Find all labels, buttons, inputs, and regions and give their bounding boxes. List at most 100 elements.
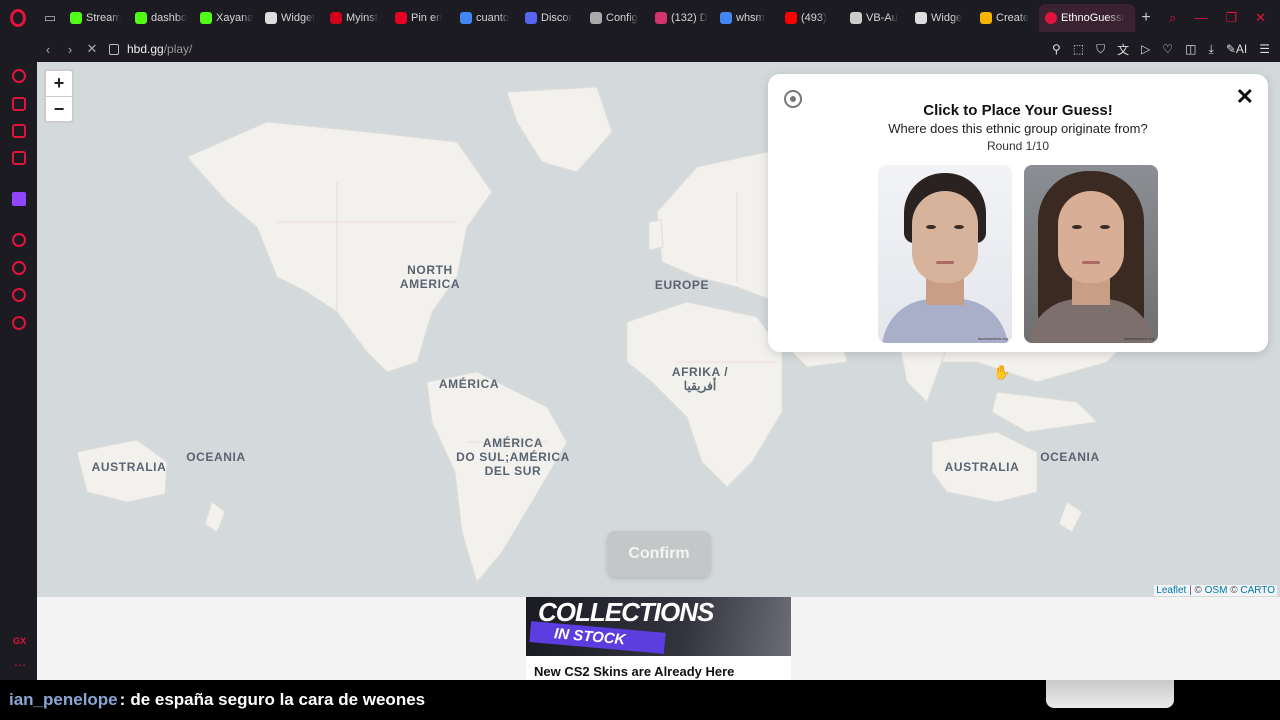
gx-control-icon[interactable] (12, 124, 26, 138)
tab-island-icon[interactable]: ▭ (36, 10, 64, 26)
zoom-out-button[interactable]: − (46, 96, 72, 121)
search-icon[interactable]: ⌕ (1169, 10, 1176, 26)
chat-username: ian_penelope (9, 690, 118, 709)
round-counter: Round 1/10 (986, 139, 1050, 153)
chat-message: de españa seguro la cara de weones (130, 690, 426, 709)
tab[interactable]: Widge (909, 4, 974, 32)
tab-label: Widget (281, 12, 316, 24)
image-credit: faceresearch.org (1123, 336, 1154, 341)
history-icon[interactable] (12, 261, 26, 275)
tab-label: Pin en (411, 12, 443, 24)
url-path: /play/ (163, 42, 193, 56)
tab[interactable]: cuanto (454, 4, 519, 32)
tab[interactable]: whsm (714, 4, 779, 32)
gx-corner-icon[interactable] (12, 97, 26, 111)
confirm-button[interactable]: Confirm (607, 531, 711, 577)
ai-button[interactable]: ✎AI (1226, 42, 1247, 56)
url-field[interactable]: hbd.gg/play/ (109, 42, 192, 56)
settings-icon[interactable] (12, 316, 26, 330)
tab[interactable]: Discor (519, 4, 584, 32)
opera-logo-icon[interactable] (0, 0, 36, 36)
tab-ethnoguessr[interactable]: EthnoGuessr (1039, 4, 1135, 32)
extensions-icon[interactable] (12, 288, 26, 302)
female-face-image: faceresearch.org (1024, 165, 1158, 343)
forward-button[interactable]: › (59, 42, 81, 57)
pin-icon[interactable]: ⚲ (1052, 42, 1061, 56)
osm-link[interactable]: OSM (1205, 585, 1228, 596)
tab[interactable]: Xayana (194, 4, 259, 32)
leaflet-link[interactable]: Leaflet (1156, 585, 1186, 596)
kick-icon (70, 12, 82, 24)
player-icon[interactable] (12, 233, 26, 247)
wallet-icon[interactable]: ◫ (1185, 42, 1196, 56)
google-icon (460, 12, 472, 24)
attribution-sep: | © (1186, 585, 1205, 596)
pinterest-icon (395, 12, 407, 24)
tab-label: Xayana (216, 12, 253, 24)
chat-separator: : (119, 690, 126, 709)
more-icon[interactable]: ⋯ (14, 658, 26, 672)
twitch-icon[interactable] (12, 192, 26, 206)
world-map[interactable]: NORTH AMERICA EUROPE AMÉRICA AFRIKA / أف… (37, 62, 1280, 597)
play-icon[interactable]: ▷ (1141, 42, 1150, 56)
zoom-in-button[interactable]: + (46, 71, 72, 96)
tab[interactable]: dashbo (129, 4, 194, 32)
browser-tab-bar: ▭ Stream dashbo Xayana Widget Myinst Pin en cu… (0, 0, 1280, 36)
label-south-america: AMÉRICA DO SUL;AMÉRICA DEL SUR (456, 436, 570, 478)
tab-label: Widge (931, 12, 963, 24)
badge-icon (655, 12, 667, 24)
map-attribution: Leaflet | © OSM © CARTO (1154, 585, 1277, 596)
reload-button[interactable]: ✕ (81, 41, 103, 57)
minimize-button[interactable]: — (1194, 10, 1207, 26)
label-north-america: NORTH AMERICA (399, 263, 461, 291)
url-host: hbd.gg (127, 42, 164, 56)
tab[interactable]: Widget (259, 4, 324, 32)
zoom-control: + − (44, 69, 74, 123)
image-credit: faceresearch.org (977, 336, 1008, 341)
gx-label-icon: GX (13, 636, 27, 646)
label-europe: EUROPE (654, 278, 710, 292)
speed-dial-icon[interactable] (12, 69, 26, 83)
back-button[interactable]: ‹ (37, 42, 59, 57)
ad-card[interactable]: COLLECTIONS IN STOCK New CS2 Skins are A… (526, 597, 791, 680)
translate-icon[interactable]: 文 (1117, 41, 1129, 58)
tab[interactable]: Create (974, 4, 1039, 32)
tab[interactable]: (132) D (649, 4, 714, 32)
ad-banner-image: COLLECTIONS IN STOCK (526, 597, 791, 656)
label-afrika: AFRIKA / أفريقيا (671, 365, 729, 393)
tab-label: cuanto (476, 12, 510, 24)
new-tab-button[interactable]: + (1135, 9, 1157, 27)
label-australia-right: AUSTRALIA (944, 460, 1020, 474)
panel-question: Where does this ethnic group originate f… (888, 121, 1148, 136)
tab[interactable]: Config (584, 4, 649, 32)
tab-label: Stream (86, 12, 122, 24)
tab[interactable]: Pin en (389, 4, 454, 32)
create-icon (980, 12, 992, 24)
google-icon (720, 12, 732, 24)
tab[interactable]: VB-Au (844, 4, 909, 32)
messenger-icon[interactable] (12, 151, 26, 165)
tab-label: Create (996, 12, 1030, 24)
label-oceania-left: OCEANIA (186, 450, 246, 464)
download-icon[interactable]: ⤓ (1209, 42, 1214, 57)
close-window-button[interactable]: ✕ (1255, 10, 1266, 26)
widget-icon (265, 12, 277, 24)
tab[interactable]: (493) (779, 4, 844, 32)
tab-label: EthnoGuessr (1061, 12, 1126, 24)
snapshot-icon[interactable]: ⬚ (1073, 42, 1084, 56)
vb-icon (850, 12, 862, 24)
tab[interactable]: Myinst (324, 4, 389, 32)
hand-cursor-icon: ✋ (993, 364, 1011, 380)
heart-icon[interactable]: ♡ (1162, 42, 1173, 56)
ethnoguessr-icon (1045, 12, 1057, 24)
carto-link[interactable]: CARTO (1240, 585, 1275, 596)
tab-label: whsm (736, 12, 765, 24)
maximize-button[interactable]: ❐ (1225, 10, 1237, 26)
page-lower-section: COLLECTIONS IN STOCK New CS2 Skins are A… (37, 597, 1280, 680)
tab-label: VB-Au (866, 12, 898, 24)
shield-icon[interactable]: ⛉ (1096, 42, 1105, 57)
tab[interactable]: Stream (64, 4, 129, 32)
menu-icon[interactable]: ☰ (1259, 42, 1270, 56)
label-america: AMÉRICA (438, 377, 500, 391)
label-australia-left: AUSTRALIA (91, 460, 167, 474)
